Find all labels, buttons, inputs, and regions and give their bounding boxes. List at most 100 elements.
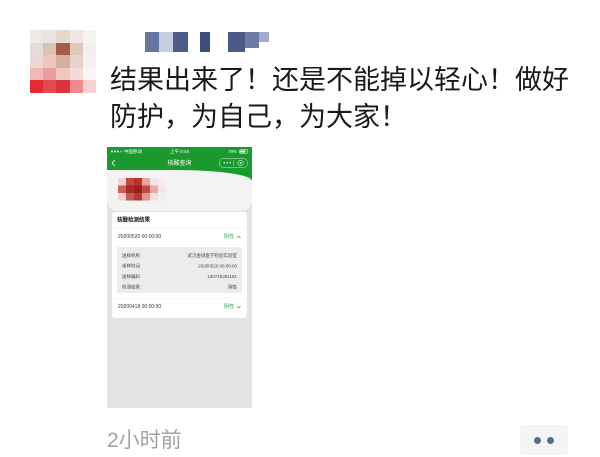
avatar-mosaic-cell [69, 67, 83, 81]
card-title: 核酸检测结果 [117, 217, 150, 223]
chevron-up-icon [236, 235, 241, 239]
detail-row: 采样时间 20200520 00:00:00 [117, 262, 242, 272]
avatar-mosaic-cell [56, 67, 70, 81]
name-mosaic-cell [259, 32, 269, 42]
name-mosaic-cell [158, 178, 166, 186]
name-mosaic-cell [145, 32, 159, 52]
dot [223, 162, 225, 164]
avatar-mosaic-cell [82, 67, 96, 81]
attached-screenshot[interactable]: 中国移动 上午 8:48 79% 核酸查询 核酸检测结果 20200520 00… [107, 147, 252, 408]
name-mosaic-cell [210, 32, 228, 52]
avatar-mosaic-cell [69, 55, 83, 68]
detail-label: 送样编码 [122, 274, 141, 279]
detail-row: 送样机构 武汉金域医学检验实验室 [117, 251, 242, 261]
name-mosaic-cell [159, 32, 173, 52]
name-mosaic-cell [126, 178, 134, 186]
name-mosaic-cell [134, 185, 142, 193]
mini-program-capsule [219, 158, 248, 168]
name-mosaic-cell [142, 193, 150, 201]
battery-icon [239, 149, 248, 154]
person-name-mosaic [118, 178, 166, 201]
avatar-mosaic-cell [43, 55, 57, 68]
name-mosaic-cell [134, 178, 142, 186]
name-mosaic-cell [142, 178, 150, 186]
record-datetime: 20200520 00:00:00 [118, 234, 162, 240]
name-mosaic-cell [134, 193, 142, 201]
avatar-mosaic-cell [82, 42, 96, 56]
avatar-mosaic-cell [30, 80, 44, 93]
name-mosaic-cell [150, 185, 158, 193]
more-actions-button[interactable] [520, 425, 568, 455]
name-mosaic-cell [118, 193, 126, 201]
dot [229, 162, 231, 164]
phone-screen: 中国移动 上午 8:48 79% 核酸查询 核酸检测结果 20200520 00… [107, 147, 252, 408]
detail-value: 武汉金域医学检验实验室 [187, 253, 237, 258]
post-text-line: 结果出来了！还是不能掉以轻心！做好 [110, 65, 569, 95]
target-center [239, 161, 242, 164]
record-result: 阴性 [224, 234, 234, 240]
chevron-down-icon [236, 305, 241, 309]
battery-percent: 79% [227, 149, 237, 154]
avatar-mosaic-cell [69, 42, 83, 56]
avatar-mosaic-cell [43, 42, 57, 56]
avatar-mosaic-cell [56, 55, 70, 68]
name-mosaic-cell [200, 32, 210, 52]
avatar-mosaic-cell [56, 30, 70, 43]
avatar-mosaic-cell [30, 55, 44, 68]
avatar-mosaic-cell [30, 67, 44, 81]
avatar-mosaic-cell [43, 67, 57, 81]
post-timestamp: 2小时前 [107, 429, 182, 452]
more-dots-icon [223, 162, 231, 164]
detail-label: 送样机构 [122, 253, 141, 258]
name-mosaic-cell [228, 32, 245, 52]
name-mosaic-cell [158, 185, 166, 193]
avatar-mosaic-cell [69, 30, 83, 43]
name-mosaic-cell [118, 178, 126, 186]
name-mosaic-cell [142, 185, 150, 193]
divider [112, 227, 247, 228]
author-name-mosaic[interactable] [145, 32, 269, 52]
name-mosaic-cell [126, 193, 134, 201]
detail-label: 检测结果 [122, 284, 141, 290]
avatar-mosaic-cell [56, 42, 70, 56]
more-dots-icon [534, 437, 541, 444]
name-mosaic-cell [158, 193, 166, 201]
dot [226, 162, 228, 164]
status-bar: 中国移动 上午 8:48 79% [107, 147, 252, 156]
avatar-mosaic-cell [56, 80, 70, 93]
avatar-mosaic-cell [43, 30, 57, 43]
name-mosaic-cell [126, 185, 134, 193]
name-mosaic-cell [173, 32, 188, 52]
capsule-divider [233, 160, 234, 166]
detail-label: 采样时间 [122, 263, 141, 269]
detail-row: 送样编码 130716391181 [117, 272, 242, 282]
record-result: 阴性 [224, 304, 234, 310]
avatar-mosaic-cell [43, 80, 57, 93]
detail-value: 20200520 00:00:00 [198, 263, 237, 269]
avatar-mosaic-cell [69, 80, 83, 93]
detail-row: 检测结果 阴性 [117, 283, 242, 293]
result-card: 核酸检测结果 20200520 00:00:00 阴性 送样机构 武汉金域医学检… [112, 212, 247, 318]
name-mosaic-cell [150, 193, 158, 201]
avatar-mosaic-cell [82, 80, 96, 93]
name-mosaic-cell [188, 32, 200, 52]
avatar-mosaic-cell [30, 42, 44, 56]
profile-banner [107, 170, 252, 211]
target-circle-icon [237, 160, 244, 166]
avatar-mosaic-cell [30, 30, 44, 43]
more-dots-icon [547, 437, 554, 444]
avatar-mosaic-cell [82, 30, 96, 43]
post-text-line: 防护，为自己，为大家！ [110, 102, 407, 132]
divider [112, 298, 247, 299]
record-details: 送样机构 武汉金域医学检验实验室 采样时间 20200520 00:00:00 … [117, 247, 242, 293]
battery-fill [240, 150, 246, 153]
detail-value: 130716391181 [207, 274, 237, 279]
name-mosaic-cell [118, 185, 126, 193]
record-datetime: 20200418 00:00:00 [118, 304, 162, 310]
name-mosaic-cell [245, 32, 259, 48]
nav-bar: 核酸查询 [107, 156, 252, 170]
avatar[interactable] [30, 30, 96, 93]
avatar-mosaic-cell [82, 55, 96, 68]
detail-value: 阴性 [227, 284, 237, 290]
name-mosaic-cell [150, 178, 158, 186]
